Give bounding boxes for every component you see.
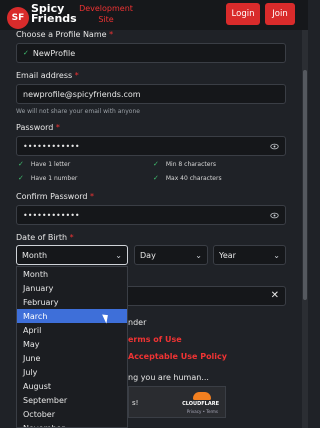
email-hint: We will not share your email with anyone <box>16 108 140 115</box>
year-select[interactable]: Year ⌄ <box>213 245 286 265</box>
page-scrollbar[interactable] <box>302 30 308 428</box>
day-select[interactable]: Day ⌄ <box>134 245 208 265</box>
month-option[interactable]: October <box>17 407 127 421</box>
month-option[interactable]: August <box>17 379 127 393</box>
login-button[interactable]: Login <box>226 3 260 25</box>
month-select[interactable]: Month ⌄ <box>16 245 128 265</box>
check-icon: ✓ <box>18 174 24 182</box>
cloudflare-links[interactable]: Privacy • Terms <box>187 409 218 414</box>
human-check-text: ng you are human... <box>128 373 209 382</box>
dev-site-label: Development Site <box>78 3 134 25</box>
month-option[interactable]: June <box>17 351 127 365</box>
gender-text-fragment: nder <box>128 318 147 327</box>
dev-line2: Site <box>98 15 114 24</box>
cloudflare-logo: CLOUDFLARE <box>182 401 219 407</box>
scrollbar-thumb[interactable] <box>303 70 307 300</box>
chevron-down-icon: ⌄ <box>195 251 202 260</box>
confirm-password-value: •••••••••••• <box>23 210 80 220</box>
profile-name-label: Choose a Profile Name * <box>16 30 114 39</box>
month-option[interactable]: November <box>17 421 127 428</box>
show-password-eye-icon[interactable] <box>270 142 279 151</box>
site-logo[interactable]: Spicy Friends <box>31 3 81 25</box>
password-value: •••••••••••• <box>23 141 80 151</box>
check-max-chars: ✓ Max 40 characters <box>153 174 222 182</box>
profile-name-value: NewProfile <box>32 48 76 58</box>
month-option[interactable]: Month <box>17 267 127 281</box>
check-min-chars: ✓ Min 8 characters <box>153 160 217 168</box>
chevron-down-icon: ⌄ <box>273 251 280 260</box>
aup-link[interactable]: Acceptable Use Policy <box>128 352 227 361</box>
check-have-letter: ✓ Have 1 letter <box>18 160 71 168</box>
password-input[interactable]: •••••••••••• <box>16 136 286 156</box>
terms-link[interactable]: erms of Use <box>128 335 182 344</box>
check-icon: ✓ <box>153 160 159 168</box>
password-label: Password * <box>16 123 60 132</box>
month-option[interactable]: May <box>17 337 127 351</box>
dev-line1: Development <box>79 4 133 13</box>
month-option[interactable]: January <box>17 281 127 295</box>
clear-x-icon[interactable]: ✕ <box>271 290 279 301</box>
month-dropdown-list[interactable]: Month January February March April May June Jul… <box>16 266 128 428</box>
captcha-text: s! <box>132 399 139 407</box>
check-have-number: ✓ Have 1 number <box>18 174 78 182</box>
top-header: SF Spicy Friends Development Site Login … <box>0 0 308 30</box>
logo-badge[interactable]: SF <box>7 7 29 29</box>
email-label: Email address * <box>16 71 79 80</box>
chevron-down-icon: ⌄ <box>115 251 122 260</box>
join-button[interactable]: Join <box>265 3 295 25</box>
show-confirm-eye-icon[interactable] <box>270 211 279 220</box>
month-option[interactable]: July <box>17 365 127 379</box>
cloudflare-captcha[interactable]: s! CLOUDFLARE Privacy • Terms <box>128 386 226 418</box>
check-icon: ✓ <box>18 160 24 168</box>
month-option[interactable]: September <box>17 393 127 407</box>
confirm-password-label: Confirm Password * <box>16 192 94 201</box>
email-value: newprofile@spicyfriends.com <box>23 89 141 99</box>
cloudflare-cloud-icon <box>193 392 211 400</box>
month-option[interactable]: February <box>17 295 127 309</box>
logo-line2: Friends <box>31 12 77 25</box>
confirm-password-input[interactable]: •••••••••••• <box>16 205 286 225</box>
valid-check-icon: ✓ <box>23 49 29 57</box>
profile-name-input[interactable]: ✓ NewProfile <box>16 43 286 63</box>
month-option[interactable]: April <box>17 323 127 337</box>
check-icon: ✓ <box>153 174 159 182</box>
email-input[interactable]: newprofile@spicyfriends.com <box>16 84 286 104</box>
dob-label: Date of Birth * <box>16 233 74 242</box>
